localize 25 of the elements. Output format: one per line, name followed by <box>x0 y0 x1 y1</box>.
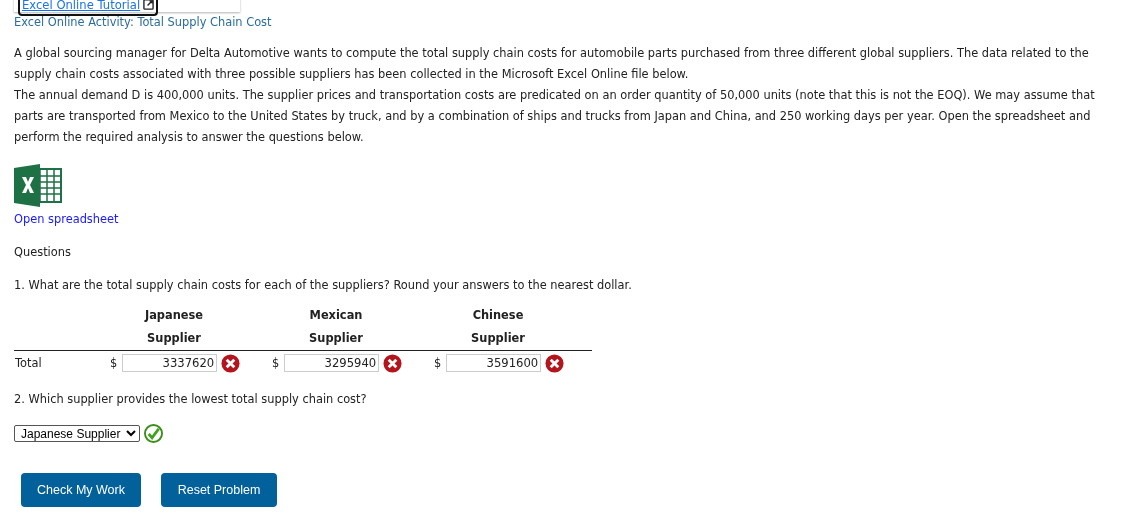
column-header: Chinese <box>472 308 524 323</box>
spreadsheet-link[interactable]: Open spreadsheet <box>14 212 119 226</box>
answer-field[interactable]: 3295940 <box>284 354 380 373</box>
activity-title: Excel Online Activity: Total Supply Chain Cost <box>14 14 273 31</box>
answer-field[interactable]: 3337620 <box>122 354 218 373</box>
currency-sign: $ <box>272 356 280 371</box>
column-header: Supplier <box>309 331 363 346</box>
external-link-icon <box>143 0 155 10</box>
check-button[interactable]: Check My Work <box>21 473 141 508</box>
column-header: Supplier <box>147 331 201 346</box>
column-header: Mexican <box>309 308 363 323</box>
reset-button[interactable]: Reset Problem <box>161 473 277 508</box>
questions-heading: Questions <box>14 244 72 262</box>
answer-field[interactable]: 3591600 <box>446 354 542 373</box>
answer-dropdown[interactable]: Japanese Supplier <box>14 425 140 443</box>
instruction-text: A global sourcing manager for Delta Automotive wants to compute the total supply chain costs for automobile parts purchased from three different global suppliers. The data related to the supply chain costs associated with three possible suppliers has been collected in the Microsoft Excel Online file below. <box>14 45 1090 83</box>
currency-sign: $ <box>434 356 442 371</box>
row-label: Total <box>15 356 42 371</box>
spreadsheet-icon <box>14 164 62 207</box>
column-header: Japanese <box>144 308 204 323</box>
question-text: 2. Which supplier provides the lowest total supply chain cost? <box>14 391 368 409</box>
question-text: 1. What are the total supply chain costs for each of the suppliers? Round your answers to the nearest dollar. <box>14 277 633 295</box>
currency-sign: $ <box>110 356 118 371</box>
instruction-text: The annual demand D is 400,000 units. The supplier prices and transportation costs are predicated on an order quantity of 50,000 units (note that this is not the EOQ). We may assume that parts are transported from Mexico to the United States by truck, and by a combination of ships and trucks from Japan and China, and 250 working days per year. Open the spreadsheet and perform the required analysis to answer the questions below. <box>14 87 1096 146</box>
column-header: Supplier <box>471 331 525 346</box>
